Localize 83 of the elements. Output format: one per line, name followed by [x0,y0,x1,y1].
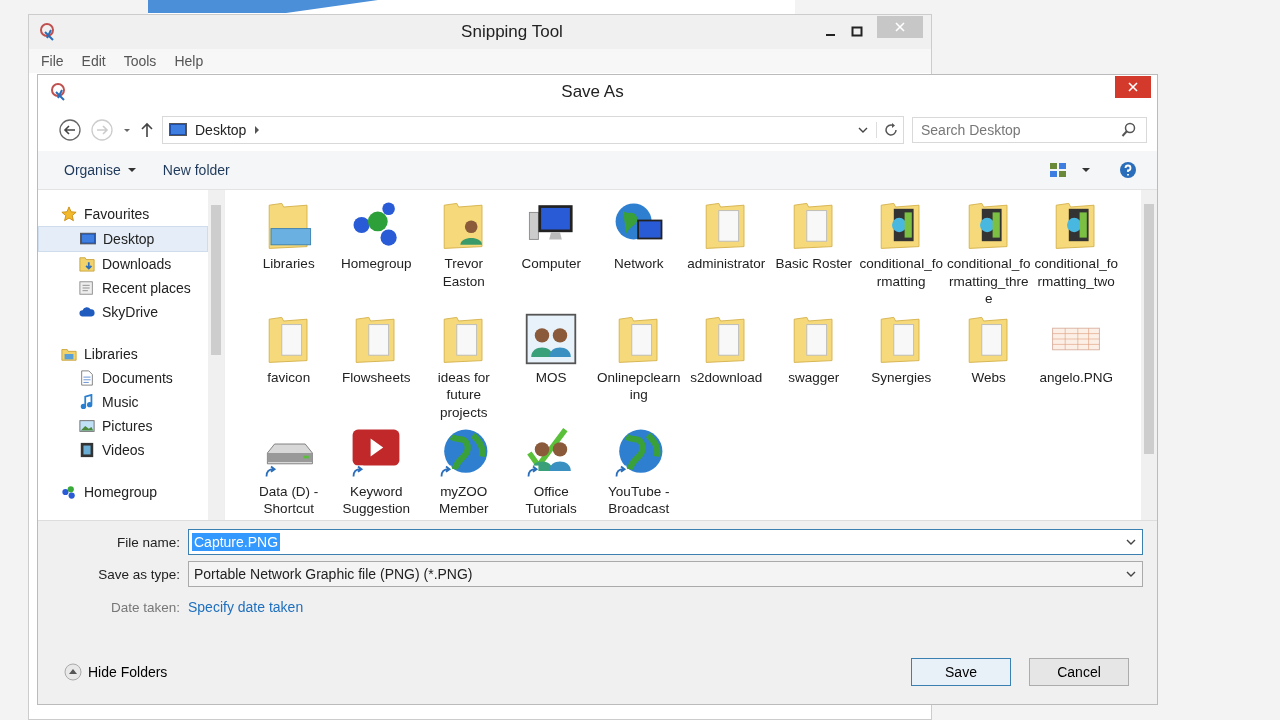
content-entry[interactable]: s2download [682,311,770,387]
content-entry[interactable]: administrator [682,198,770,273]
sidebar-item[interactable]: Documents [38,366,208,390]
field-label: File name: [115,534,180,550]
content-entry[interactable]: Network [595,198,683,273]
field-label: Save as type: [97,566,180,582]
dropdown-caret-icon[interactable] [1126,569,1136,579]
caret-icon[interactable] [1081,165,1091,175]
date-taken-link[interactable]: Specify date taken [188,593,304,621]
content-entry[interactable]: swagger [770,311,858,387]
cancel-button[interactable]: Cancel [1029,658,1129,686]
content-entry[interactable]: YouTube - Broadcast [595,425,683,518]
sidebar-item[interactable]: Videos [38,438,208,462]
close-icon [1128,82,1138,92]
up-arrow-icon[interactable] [140,122,154,138]
content-entry[interactable]: Flowsheets [332,311,420,387]
content-entry[interactable]: conditional_formatting_three [945,198,1033,308]
organise-menu-button[interactable]: Organise [58,158,143,182]
monitor-icon [169,122,187,138]
content-entry[interactable]: Onlinepclearning [595,311,683,404]
save-button[interactable]: Save [911,658,1011,686]
address-bar[interactable]: Desktop [162,116,904,144]
close-icon [895,22,905,32]
content-entry[interactable]: favicon [245,311,333,387]
content-entry[interactable]: Webs [945,311,1033,387]
content-entry[interactable]: Office Tutorials [507,425,595,518]
view-options-icon[interactable] [1049,162,1067,178]
film-icon [78,442,96,458]
refresh-icon[interactable] [876,122,899,138]
search-field[interactable]: Search Desktop [912,117,1147,143]
sidebar-group[interactable]: Homegroup [38,480,208,504]
scrollbar[interactable] [1141,190,1157,520]
content-entry[interactable]: conditional_formatting [857,198,945,290]
sidebar-item[interactable]: Music [38,390,208,414]
scrollbar[interactable] [208,190,224,520]
content-entry[interactable]: Trevor Easton [420,198,508,290]
content-entry[interactable]: Synergies [857,311,945,387]
monitor-icon [79,231,97,247]
breadcrumb-item[interactable]: Desktop [195,122,247,138]
close-button[interactable] [1115,76,1151,98]
sidebar-item[interactable]: Pictures [38,414,208,438]
picture-icon [78,418,96,434]
content-entry[interactable]: Computer [507,198,595,273]
star-icon [60,206,78,222]
content-entry[interactable]: Data (D) - Shortcut [245,425,333,518]
field-label: Date taken: [109,599,180,615]
content-entry[interactable]: myZOO Member [420,425,508,518]
content-entry[interactable]: conditional_formatting_two [1032,198,1120,290]
back-button[interactable] [58,118,82,142]
content-entry[interactable]: Homegroup [332,198,420,273]
maximize-icon[interactable] [851,26,863,38]
recent-places-icon [78,280,96,296]
menu-item[interactable]: Tools [123,53,157,69]
chevron-icon[interactable] [254,125,261,135]
content-entry[interactable]: angelo.PNG [1032,311,1120,387]
dropdown-caret-icon[interactable] [858,125,868,135]
sidebar-item[interactable]: Downloads [38,252,208,276]
menu-item[interactable]: Edit [81,53,106,69]
menu-item[interactable]: Help [174,53,204,69]
search-icon[interactable] [1121,122,1137,138]
sidebar-group[interactable]: Libraries [38,342,208,366]
new-folder-button[interactable]: New folder [156,158,236,182]
hide-folders-button[interactable]: Hide Folders [58,662,174,682]
download-folder-icon [78,256,96,272]
dialog-title: Save As [560,82,625,102]
content-entry[interactable]: Libraries [245,198,333,273]
sidebar-item[interactable]: SkyDrive [38,300,208,324]
sidebar-group[interactable]: Favourites [38,202,208,226]
content-entry[interactable]: MOS [507,311,595,387]
sidebar-item[interactable]: Recent places [38,276,208,300]
homegroup-icon [60,484,78,500]
file-type-dropdown[interactable]: Portable Network Graphic file (PNG) (*.PNG) [188,561,1143,587]
help-icon[interactable] [1119,161,1137,179]
content-entry[interactable]: ideas for future projects [420,311,508,422]
library-folder-icon [60,346,78,362]
document-icon [78,370,96,386]
content-entry[interactable]: Keyword Suggestion [332,425,420,518]
menu-item[interactable]: File [41,53,64,69]
caret-icon [126,165,137,175]
dropdown-caret-icon[interactable] [1126,537,1136,547]
window-title: Snipping Tool [460,22,564,42]
sidebar-item[interactable]: Desktop [38,226,208,252]
content-entry[interactable]: Basic Roster [770,198,858,273]
